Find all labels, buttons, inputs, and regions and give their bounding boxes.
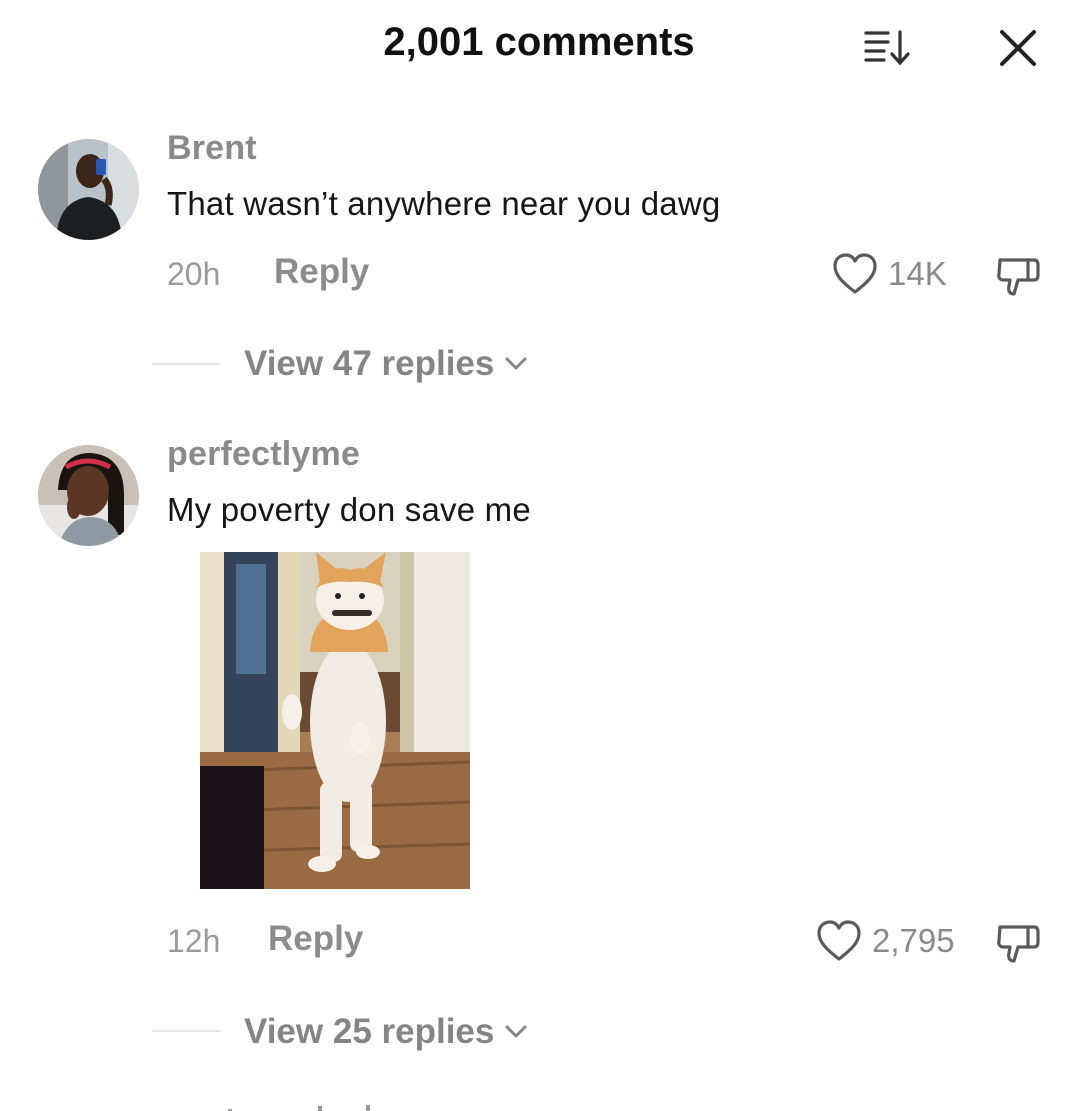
next-comment-cutoff <box>0 1100 1080 1111</box>
dislike-icon[interactable] <box>994 919 1042 967</box>
comment-timestamp: 20h <box>167 256 221 292</box>
dislike-icon[interactable] <box>994 252 1042 300</box>
standing-cat-gif[interactable] <box>200 552 470 889</box>
like-count: 2,795 <box>872 922 955 959</box>
comments-header: 2,001 comments <box>0 0 1080 84</box>
view-replies-button[interactable]: View 47 replies <box>244 344 528 384</box>
comments-count-title: 2,001 comments <box>383 20 695 64</box>
reply-button[interactable]: Reply <box>274 252 369 292</box>
comment-timestamp: 12h <box>167 923 221 959</box>
chevron-down-icon <box>505 357 527 370</box>
user-avatar[interactable] <box>38 445 139 546</box>
comment-username[interactable]: Brent <box>167 129 257 168</box>
comment-text: My poverty don save me <box>167 491 531 528</box>
chevron-down-icon <box>505 1025 527 1038</box>
view-replies-button[interactable]: View 25 replies <box>244 1012 528 1052</box>
comment-text: That wasn’t anywhere near you dawg <box>167 185 721 222</box>
user-avatar[interactable] <box>38 139 139 240</box>
view-replies-label: View 47 replies <box>244 344 495 383</box>
replies-divider <box>152 1030 220 1032</box>
comment-username[interactable]: perfectlyme <box>167 435 360 474</box>
replies-divider <box>152 363 220 365</box>
like-button[interactable]: 2,795 <box>816 919 955 963</box>
sort-descending-icon[interactable] <box>862 26 914 68</box>
heart-icon <box>833 253 877 294</box>
like-button[interactable]: 14K <box>832 252 947 296</box>
close-icon[interactable] <box>996 26 1040 70</box>
heart-icon <box>817 920 861 961</box>
reply-button[interactable]: Reply <box>268 919 363 959</box>
like-count: 14K <box>888 255 947 292</box>
comments-sheet: 2,001 comments Brent That wasn’t anywher… <box>0 0 1080 1111</box>
view-replies-label: View 25 replies <box>244 1012 495 1051</box>
